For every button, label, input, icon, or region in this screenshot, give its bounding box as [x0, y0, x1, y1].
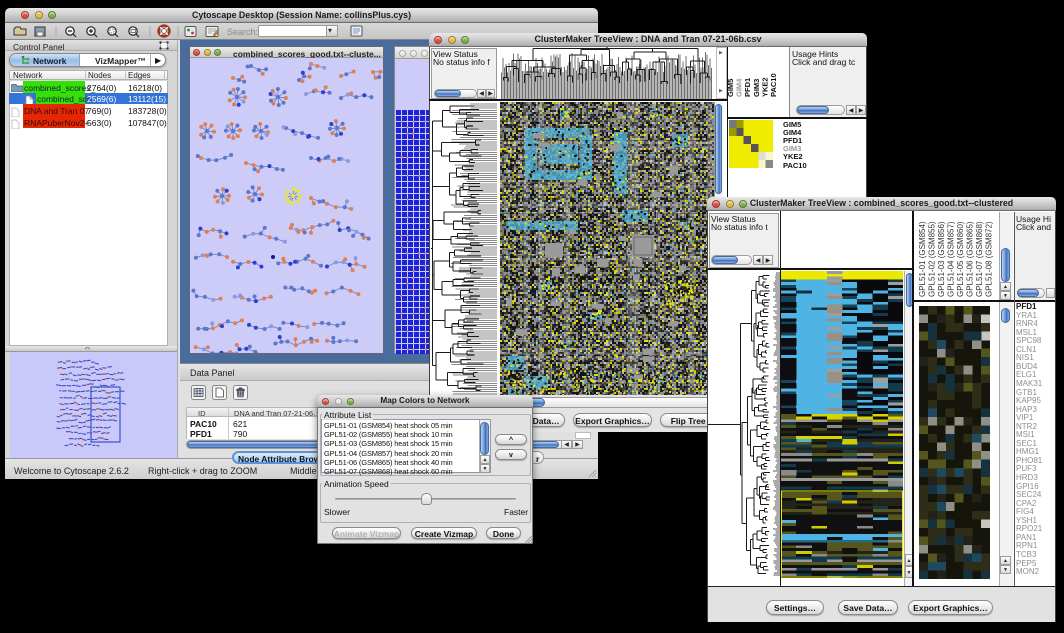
- svg-text:GPL51-03 (GSM856): GPL51-03 (GSM856): [937, 221, 946, 297]
- svg-text:GPL51-08 (GSM872): GPL51-08 (GSM872): [985, 221, 994, 297]
- svg-text:GPL51-07 (GSM868): GPL51-07 (GSM868): [975, 221, 984, 297]
- svg-text:GPL51-02 (GSM855): GPL51-02 (GSM855): [928, 221, 937, 297]
- svg-text:GPL51-04 (GSM857): GPL51-04 (GSM857): [947, 221, 956, 297]
- svg-text:GPL51-01 (GSM854): GPL51-01 (GSM854): [918, 221, 927, 297]
- svg-text:GPL51-06 (GSM865): GPL51-06 (GSM865): [966, 221, 975, 297]
- svg-text:GPL51-05 (GSM860): GPL51-05 (GSM860): [956, 221, 965, 297]
